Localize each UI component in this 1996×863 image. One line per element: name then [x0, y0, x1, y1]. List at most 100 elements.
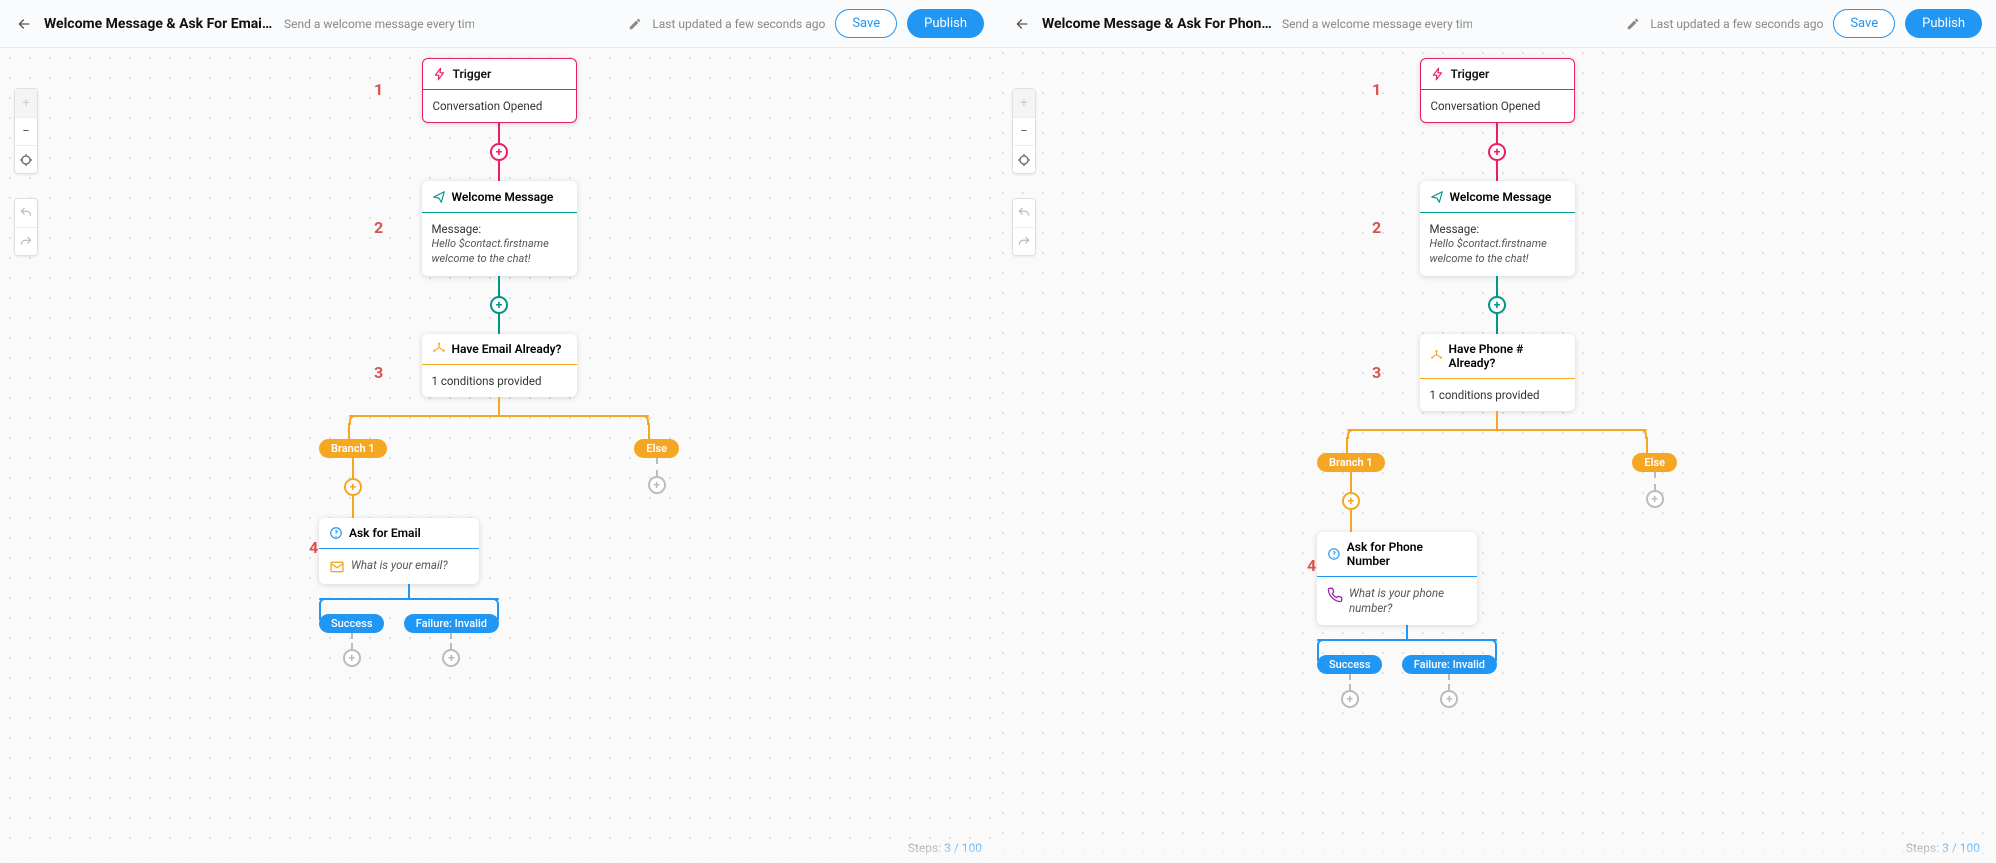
welcome-head: Welcome Message: [1420, 182, 1575, 213]
trigger-title: Trigger: [1451, 67, 1490, 81]
branch-card[interactable]: Have Email Already? 1 conditions provide…: [422, 334, 577, 397]
steps-counter: Steps: 3 / 100: [1906, 841, 1980, 855]
welcome-title: Welcome Message: [452, 190, 554, 204]
add-step-button[interactable]: +: [343, 649, 361, 667]
outcome-success[interactable]: Success: [319, 614, 384, 633]
ask-head: Ask for Phone Number: [1317, 532, 1477, 577]
send-icon: [432, 190, 446, 204]
welcome-head: Welcome Message: [422, 182, 577, 213]
question-icon: [1327, 547, 1341, 561]
workflow-subtitle: Send a welcome message every time a ...: [284, 17, 474, 31]
undo-button[interactable]: [15, 199, 37, 227]
trigger-card[interactable]: Trigger Conversation Opened: [1420, 58, 1575, 123]
ask-body: What is your email?: [319, 549, 479, 584]
branch-row: Branch 1 + Else +: [1347, 461, 1647, 532]
branch-1-label[interactable]: Branch 1: [1317, 453, 1385, 472]
branch-card[interactable]: Have Phone # Already? 1 conditions provi…: [1420, 334, 1575, 411]
ask-card[interactable]: Ask for Phone Number What is your phone …: [1317, 532, 1477, 625]
step-number-2: 2: [374, 218, 383, 237]
add-step-button[interactable]: +: [442, 649, 460, 667]
message-label: Message:: [1430, 222, 1565, 236]
canvas[interactable]: + − 1 Trigger Conversation Opened: [0, 48, 998, 863]
redo-icon: [1017, 235, 1031, 249]
last-updated: Last updated a few seconds ago: [1650, 17, 1823, 31]
add-step-button[interactable]: +: [344, 478, 362, 496]
welcome-body: Message: Hello $contact.firstname welcom…: [422, 213, 577, 276]
redo-button[interactable]: [15, 227, 37, 255]
bolt-icon: [433, 67, 447, 81]
outcome-failure[interactable]: Failure: Invalid: [1402, 655, 1497, 674]
zoom-in-button[interactable]: +: [15, 89, 37, 117]
zoom-out-button[interactable]: −: [1013, 117, 1035, 145]
undo-button[interactable]: [1013, 199, 1035, 227]
trigger-head: Trigger: [1421, 59, 1574, 90]
ask-body: What is your phone number?: [1317, 577, 1477, 625]
save-button[interactable]: Save: [1833, 9, 1895, 38]
trigger-card[interactable]: Trigger Conversation Opened: [422, 58, 577, 123]
zoom-controls: + −: [1012, 88, 1036, 174]
edit-icon[interactable]: [1626, 17, 1640, 31]
add-step-button[interactable]: +: [1646, 490, 1664, 508]
ask-question: What is your email?: [351, 558, 448, 573]
publish-button[interactable]: Publish: [1905, 9, 1982, 38]
connector: [1448, 674, 1450, 690]
message-text: Hello $contact.firstname welcome to the …: [432, 237, 567, 267]
workflow-panel-1: Welcome Message & Ask For Phone... Send …: [998, 0, 1996, 863]
connector: [351, 633, 353, 649]
welcome-card[interactable]: Welcome Message Message: Hello $contact.…: [1420, 181, 1575, 276]
branch-body: 1 conditions provided: [1420, 379, 1575, 411]
canvas[interactable]: + − 1 Trigger Conversation Opened: [998, 48, 1996, 863]
add-step-button[interactable]: +: [648, 476, 666, 494]
last-updated: Last updated a few seconds ago: [652, 17, 825, 31]
add-step-button[interactable]: +: [1488, 143, 1506, 161]
connector: [1496, 276, 1498, 296]
fit-view-button[interactable]: [15, 145, 37, 173]
header: Welcome Message & Ask For Email ... Send…: [0, 0, 998, 48]
add-step-button[interactable]: +: [1488, 296, 1506, 314]
outcome-success[interactable]: Success: [1317, 655, 1382, 674]
trigger-body: Conversation Opened: [423, 90, 576, 122]
edit-icon[interactable]: [628, 17, 642, 31]
outcome-failure[interactable]: Failure: Invalid: [404, 614, 499, 633]
header: Welcome Message & Ask For Phone... Send …: [998, 0, 1996, 48]
question-icon: [329, 526, 343, 540]
connector: [498, 161, 500, 181]
branch-else-label[interactable]: Else: [634, 439, 679, 458]
fit-view-button[interactable]: [1013, 145, 1035, 173]
history-controls: [14, 198, 38, 256]
step-number-4: 4: [1307, 556, 1316, 575]
outcome-row: Success + Failure: Invalid +: [1317, 659, 1497, 708]
add-step-button[interactable]: +: [1440, 690, 1458, 708]
add-step-button[interactable]: +: [1341, 690, 1359, 708]
step-number-1: 1: [374, 80, 383, 99]
ask-question: What is your phone number?: [1349, 586, 1467, 616]
connector: [498, 123, 500, 143]
branch-icon: [432, 342, 446, 356]
branch-title: Have Email Already?: [452, 342, 562, 356]
connector: [498, 276, 500, 296]
zoom-out-button[interactable]: −: [15, 117, 37, 145]
branch-1-label[interactable]: Branch 1: [319, 439, 387, 458]
add-step-button[interactable]: +: [490, 143, 508, 161]
add-step-button[interactable]: +: [490, 296, 508, 314]
save-button[interactable]: Save: [835, 9, 897, 38]
back-button[interactable]: [1012, 14, 1032, 34]
workflow-title: Welcome Message & Ask For Phone...: [1042, 16, 1272, 32]
ask-card[interactable]: Ask for Email What is your email?: [319, 518, 479, 584]
step-number-3: 3: [1372, 363, 1381, 382]
welcome-card[interactable]: Welcome Message Message: Hello $contact.…: [422, 181, 577, 276]
crosshair-icon: [1017, 153, 1031, 167]
connector: [656, 458, 658, 476]
connector: [1496, 123, 1498, 143]
connector: [352, 496, 354, 518]
steps-count: 3 / 100: [944, 841, 982, 855]
branch-else-label[interactable]: Else: [1632, 453, 1677, 472]
zoom-in-button[interactable]: +: [1013, 89, 1035, 117]
message-label: Message:: [432, 222, 567, 236]
add-step-button[interactable]: +: [1342, 492, 1360, 510]
back-button[interactable]: [14, 14, 34, 34]
publish-button[interactable]: Publish: [907, 9, 984, 38]
redo-button[interactable]: [1013, 227, 1035, 255]
branch-body: 1 conditions provided: [422, 365, 577, 397]
connector: [1350, 510, 1352, 532]
